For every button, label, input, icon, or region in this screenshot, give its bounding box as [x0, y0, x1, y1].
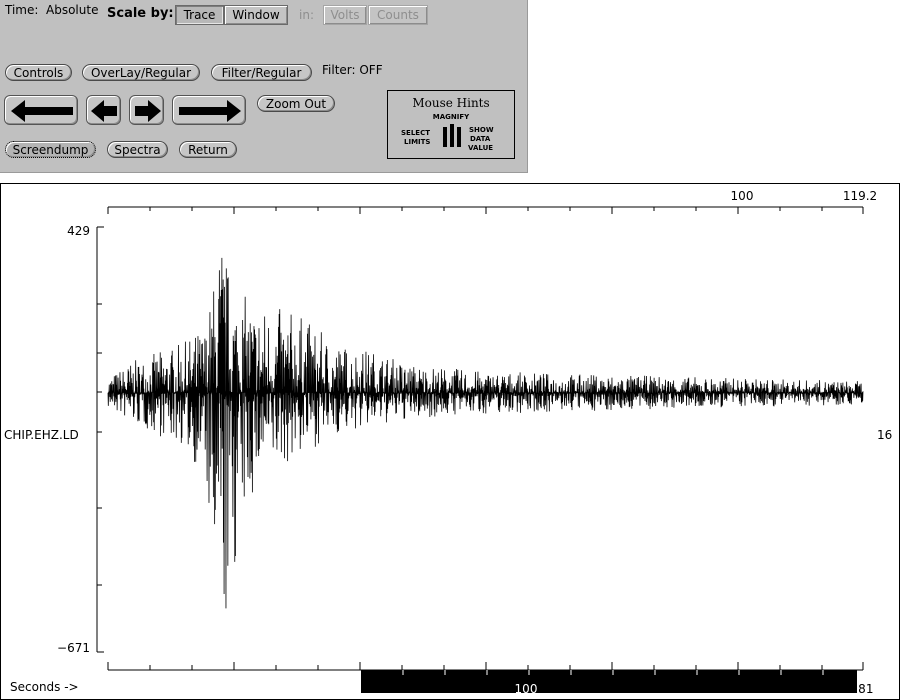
scale-by-label: Scale by:: [107, 6, 174, 21]
filter-regular-button[interactable]: Filter/Regular: [211, 64, 312, 81]
scale-window-button[interactable]: Window: [224, 5, 288, 25]
big-left-arrow-icon: [11, 100, 73, 122]
hint-value: VALUE: [468, 144, 494, 152]
station-label: CHIP.EHZ.LD: [4, 428, 79, 442]
bottom-tick-label-end: 181: [851, 682, 874, 696]
hint-show: SHOW: [469, 126, 494, 134]
zoom-out-button[interactable]: Zoom Out: [257, 95, 335, 112]
control-panel: Time: Absolute Scale by: Trace Window in…: [0, 0, 528, 173]
scroll-left-button[interactable]: [86, 95, 121, 125]
mouse-buttons-icon: [443, 124, 461, 147]
return-button[interactable]: Return: [179, 141, 237, 158]
big-right-arrow-icon: [179, 100, 241, 122]
hint-limits: LIMITS: [404, 138, 431, 146]
screendump-button[interactable]: Screendump: [5, 141, 96, 158]
top-tick-label-end: 119.2: [843, 189, 877, 203]
x-axis-label: Seconds ->: [10, 680, 79, 694]
scale-trace-button[interactable]: Trace: [175, 5, 224, 25]
scroll-far-right-button[interactable]: [172, 95, 246, 125]
plot-frame: [0, 183, 900, 700]
hint-data: DATA: [470, 135, 491, 143]
controls-button[interactable]: Controls: [5, 64, 72, 81]
right-arrow-icon: [135, 100, 161, 122]
seismogram-plot[interactable]: 100 119.2 429 −671 CHIP.EHZ.LD 16 100 18…: [0, 183, 900, 700]
mouse-hints-box: Mouse Hints MAGNIFY SELECT LIMITS SHOW D…: [387, 90, 515, 159]
hint-select: SELECT: [401, 129, 430, 137]
overlay-regular-button[interactable]: OverLay/Regular: [82, 64, 200, 81]
spectra-button[interactable]: Spectra: [107, 141, 168, 158]
y-min-label: −671: [57, 641, 90, 655]
in-label: in:: [299, 8, 314, 22]
window-position-bar[interactable]: [361, 670, 857, 693]
top-tick-label-100: 100: [731, 189, 754, 203]
bottom-tick-label-100: 100: [515, 682, 538, 696]
time-value: Absolute: [46, 3, 99, 17]
filter-status: Filter: OFF: [322, 63, 383, 77]
units-volts-button[interactable]: Volts: [323, 5, 367, 25]
scroll-far-left-button[interactable]: [4, 95, 78, 125]
y-max-label: 429: [67, 224, 90, 238]
scroll-right-button[interactable]: [129, 95, 164, 125]
hint-magnify: MAGNIFY: [432, 113, 470, 121]
mouse-hints-title: Mouse Hints: [412, 96, 490, 110]
trace-number-label: 16: [877, 428, 892, 442]
time-label: Time:: [5, 3, 39, 17]
units-counts-button[interactable]: Counts: [368, 5, 428, 25]
left-arrow-icon: [91, 100, 117, 122]
